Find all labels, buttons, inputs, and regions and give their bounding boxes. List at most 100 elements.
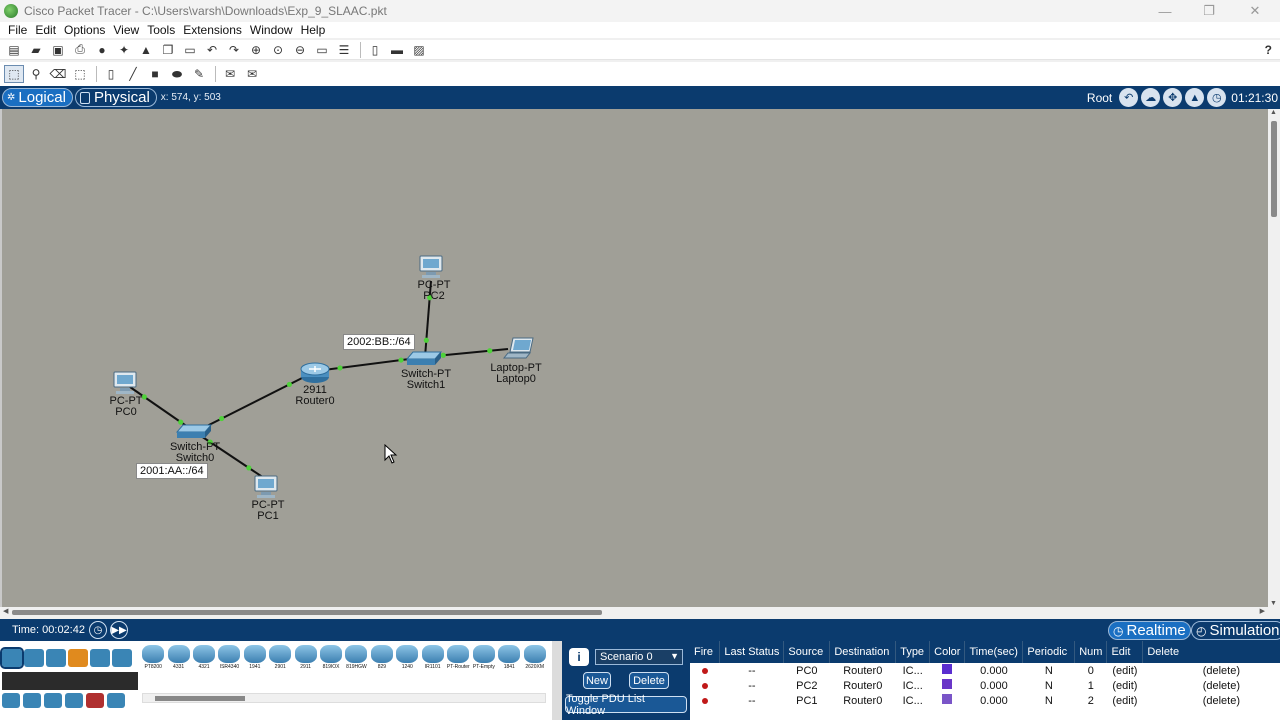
pc2-device-icon[interactable] — [419, 255, 443, 278]
info-icon[interactable]: ● — [92, 41, 112, 59]
tab-physical[interactable]: Physical — [74, 88, 157, 107]
edit-link[interactable]: (edit) — [1107, 663, 1143, 678]
fast-forward-icon[interactable]: ▶▶ — [109, 621, 128, 639]
ellipse-icon[interactable]: ⬬ — [167, 65, 187, 83]
delete-icon[interactable]: ⌫ — [48, 65, 68, 83]
table-row[interactable]: -- PC1 Router0 IC... 0.000 N 2 (edit) (d… — [690, 693, 1280, 708]
edit-link[interactable]: (edit) — [1107, 678, 1143, 693]
routers-icon[interactable] — [2, 693, 20, 708]
device-model-item[interactable]: 4321 — [193, 645, 216, 691]
place-note-icon[interactable]: ▯ — [101, 65, 121, 83]
new-file-icon[interactable]: ▤ — [4, 41, 24, 59]
power-cycle-icon[interactable]: ◷ — [88, 621, 107, 639]
cluster-icon[interactable]: ☁ — [1141, 88, 1161, 107]
connections-icon[interactable] — [68, 649, 88, 667]
model-list-scrollbar[interactable] — [142, 693, 546, 703]
move-object-icon[interactable]: ✥ — [1163, 88, 1183, 107]
horizontal-scroll-thumb[interactable] — [12, 610, 602, 615]
pc0-device-icon[interactable] — [113, 371, 137, 394]
notes-icon[interactable]: ▯ — [365, 41, 385, 59]
zoom-in-icon[interactable]: ⊕ — [246, 41, 266, 59]
switch0-device-icon[interactable] — [175, 424, 213, 438]
edit-link[interactable]: (edit) — [1107, 693, 1143, 708]
add-simple-pdu-icon[interactable]: ✉ — [220, 65, 240, 83]
end-devices-icon[interactable] — [24, 649, 44, 667]
clock-icon[interactable]: ◷ — [1207, 88, 1227, 107]
undo-icon[interactable]: ↶ — [202, 41, 222, 59]
device-model-item[interactable]: 829 — [370, 645, 393, 691]
menu-file[interactable]: File — [4, 23, 31, 37]
freeform-icon[interactable]: ✎ — [189, 65, 209, 83]
switches-icon[interactable] — [23, 693, 41, 708]
switch1-device-icon[interactable] — [405, 351, 443, 365]
line-icon[interactable]: ╱ — [123, 65, 143, 83]
minimize-button[interactable]: — — [1142, 0, 1188, 22]
security-icon[interactable] — [86, 693, 104, 708]
rectangle-icon[interactable]: ■ — [145, 65, 165, 83]
scroll-left-icon[interactable]: ◀ — [3, 607, 8, 615]
laptop0-device-icon[interactable] — [502, 337, 534, 359]
delete-link[interactable]: (delete) — [1143, 663, 1280, 678]
device-model-item[interactable]: PT-Empty — [472, 645, 495, 691]
resize-icon[interactable]: ⬚ — [70, 65, 90, 83]
menu-edit[interactable]: Edit — [31, 23, 60, 37]
vertical-scroll-thumb[interactable] — [1271, 121, 1277, 217]
device-model-item[interactable]: 2901 — [269, 645, 292, 691]
device-model-item[interactable]: 1841 — [498, 645, 521, 691]
add-complex-pdu-icon[interactable]: ✉ — [242, 65, 262, 83]
redo-icon[interactable]: ↷ — [224, 41, 244, 59]
device-model-item[interactable]: 819IOX — [320, 645, 343, 691]
table-row[interactable]: -- PC0 Router0 IC... 0.000 N 0 (edit) (d… — [690, 663, 1280, 678]
device-model-item[interactable]: 4331 — [167, 645, 190, 691]
back-icon[interactable]: ↶ — [1119, 88, 1139, 107]
scenario-info-button[interactable]: i — [569, 648, 589, 666]
drawing-rectangle-icon[interactable]: ▭ — [312, 41, 332, 59]
scroll-up-icon[interactable]: ▲ — [1270, 109, 1277, 116]
miscellaneous-icon[interactable] — [90, 649, 110, 667]
note-2001-aa[interactable]: 2001:AA::/64 — [136, 463, 208, 479]
device-model-item[interactable]: PT8200 — [142, 645, 165, 691]
note-2002-bb[interactable]: 2002:BB::/64 — [343, 334, 415, 350]
scroll-right-icon[interactable]: ▶ — [1260, 607, 1265, 615]
simulation-mode-button[interactable]: ◴ Simulation — [1191, 621, 1280, 640]
tab-logical[interactable]: ✲ Logical — [2, 88, 73, 107]
fire-button[interactable] — [690, 663, 720, 678]
multiuser-icon[interactable] — [112, 649, 132, 667]
hubs-icon[interactable] — [44, 693, 62, 708]
device-model-item[interactable]: 1240 — [396, 645, 419, 691]
components-icon[interactable] — [46, 649, 66, 667]
wireless-devices-icon[interactable] — [65, 693, 83, 708]
menu-help[interactable]: Help — [297, 23, 330, 37]
device-model-item[interactable]: 819HGW — [345, 645, 368, 691]
zoom-out-icon[interactable]: ⊖ — [290, 41, 310, 59]
menu-options[interactable]: Options — [60, 23, 109, 37]
device-model-item[interactable]: 2911 — [294, 645, 317, 691]
delete-scenario-button[interactable]: Delete — [629, 672, 669, 689]
canvas-horizontal-scrollbar[interactable]: ◀ ▶ — [0, 607, 1268, 618]
menu-tools[interactable]: Tools — [143, 23, 179, 37]
device-model-item[interactable]: PT-Router — [447, 645, 470, 691]
table-row[interactable]: -- PC2 Router0 IC... 0.000 N 1 (edit) (d… — [690, 678, 1280, 693]
close-button[interactable]: ✕ — [1232, 0, 1278, 22]
new-scenario-button[interactable]: New — [583, 672, 611, 689]
maximize-button[interactable]: ❐ — [1186, 0, 1232, 22]
help-button[interactable]: ? — [1265, 40, 1272, 60]
print-icon[interactable]: ⎙ — [70, 41, 90, 59]
custom-list-icon[interactable]: ☰ — [334, 41, 354, 59]
delete-link[interactable]: (delete) — [1143, 678, 1280, 693]
device-dialog-icon[interactable]: ▬ — [387, 41, 407, 59]
scenario-select[interactable]: Scenario 0 ▼ — [595, 649, 683, 665]
device-model-item[interactable]: 1941 — [243, 645, 266, 691]
delete-link[interactable]: (delete) — [1143, 693, 1280, 708]
device-model-item[interactable]: ISR4340 — [218, 645, 241, 691]
fire-button[interactable] — [690, 693, 720, 708]
model-list-scroll-thumb[interactable] — [155, 696, 245, 701]
pc1-device-icon[interactable] — [254, 475, 278, 498]
menu-window[interactable]: Window — [246, 23, 297, 37]
scroll-down-icon[interactable]: ▼ — [1270, 600, 1277, 607]
copy-icon[interactable]: ❐ — [158, 41, 178, 59]
wan-emulation-icon[interactable] — [107, 693, 125, 708]
paste-icon[interactable]: ▭ — [180, 41, 200, 59]
save-icon[interactable]: ▣ — [48, 41, 68, 59]
device-model-item[interactable]: 2620XM — [523, 645, 546, 691]
